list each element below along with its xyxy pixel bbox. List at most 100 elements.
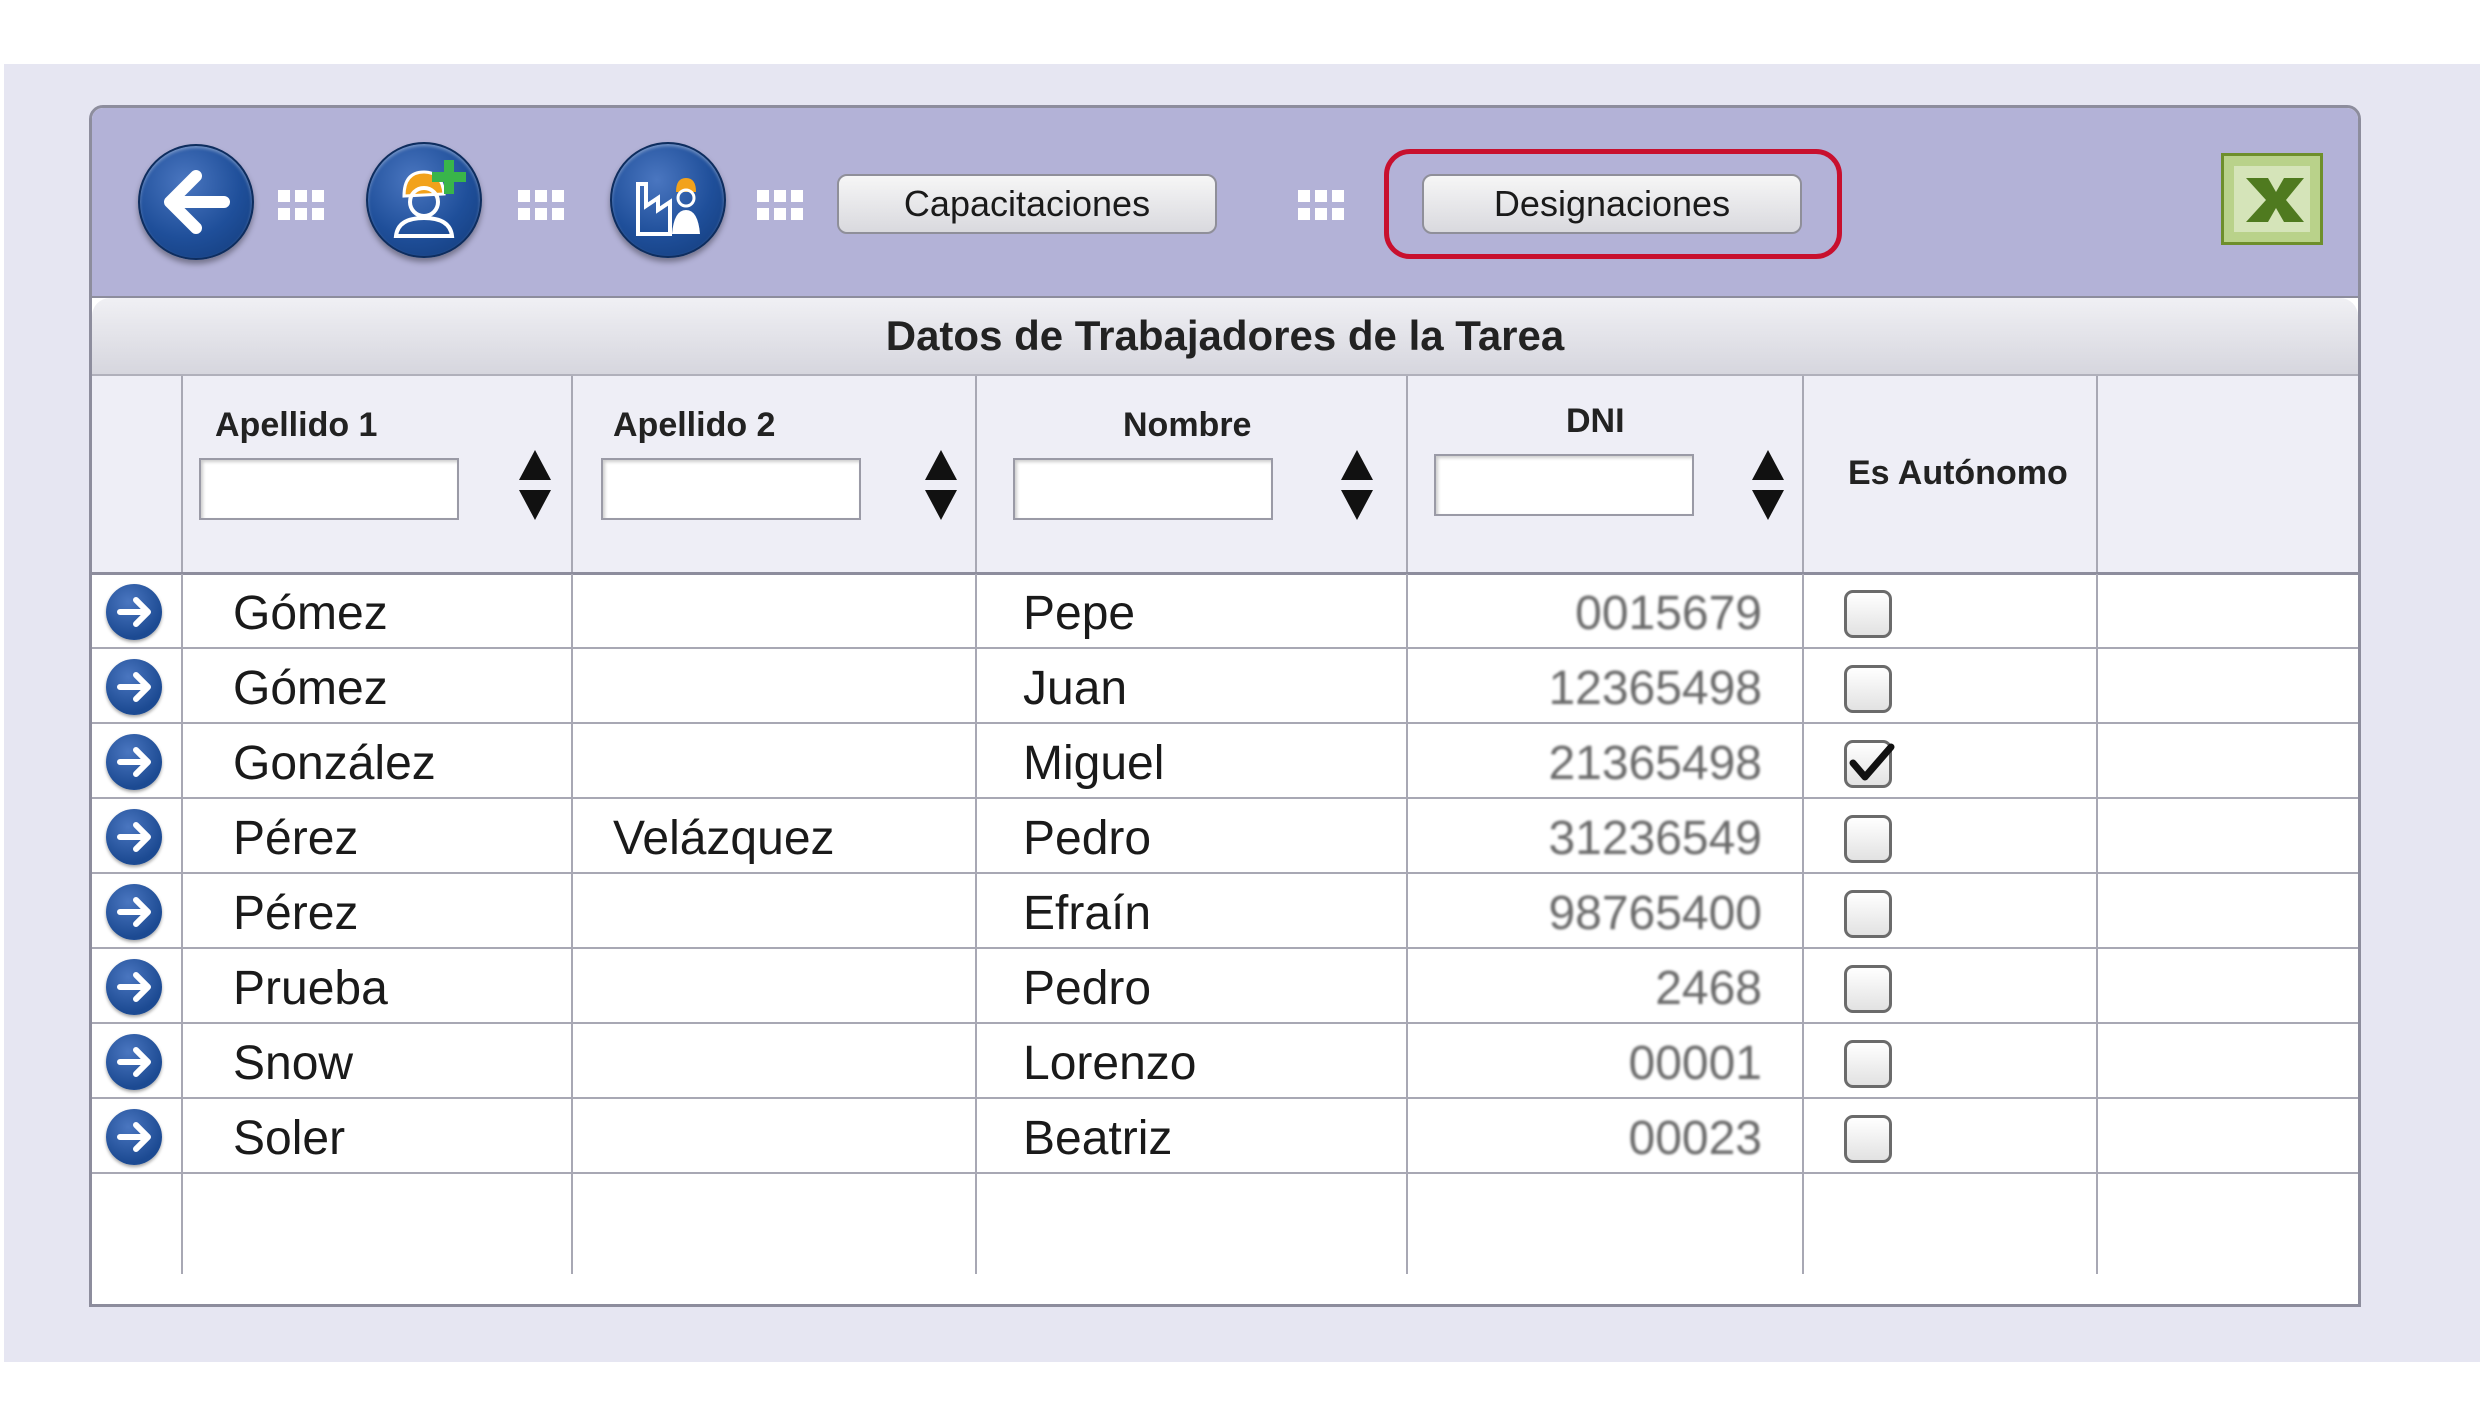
export-excel-button[interactable] [2221, 153, 2323, 245]
row-arrow-cell [92, 799, 183, 872]
separator-dots [757, 190, 803, 224]
sort-arrows-icon[interactable] [923, 448, 959, 522]
autonomo-checkbox[interactable] [1844, 1115, 1892, 1163]
arrow-right-icon [117, 672, 151, 702]
table-row[interactable]: Prueba Pedro 2468 [92, 949, 2358, 1024]
row-arrow-cell [92, 874, 183, 947]
back-button[interactable] [138, 144, 254, 260]
header-dni: DNI [1408, 376, 1804, 572]
row-arrow-cell [92, 949, 183, 1022]
nombre-text: Lorenzo [1023, 1037, 1197, 1090]
cell-nombre: Juan [977, 649, 1408, 722]
filter-dni-input[interactable] [1434, 454, 1694, 516]
column-label-nombre: Nombre [1123, 406, 1252, 444]
cell-empty [2098, 724, 2358, 797]
apellido1-text: Gómez [233, 662, 388, 715]
sort-arrows-icon[interactable] [1339, 448, 1375, 522]
autonomo-checkbox[interactable] [1844, 890, 1892, 938]
cell-apellido1: Snow [183, 1024, 573, 1097]
table-row[interactable]: Pérez Velázquez Pedro 31236549 [92, 799, 2358, 874]
open-row-button[interactable] [106, 584, 162, 640]
cell-empty [2098, 874, 2358, 947]
empty-table-row [92, 1174, 2358, 1274]
open-row-button[interactable] [106, 734, 162, 790]
nombre-text: Pepe [1023, 587, 1136, 640]
company-button[interactable] [610, 142, 726, 258]
filter-nombre-input[interactable] [1013, 458, 1273, 520]
autonomo-checkbox[interactable] [1844, 665, 1892, 713]
open-row-button[interactable] [106, 1034, 162, 1090]
open-row-button[interactable] [106, 1109, 162, 1165]
sort-arrows-icon[interactable] [517, 448, 553, 522]
cell-apellido2 [573, 949, 977, 1022]
open-row-button[interactable] [106, 809, 162, 865]
cell-apellido1: Soler [183, 1099, 573, 1172]
add-worker-button[interactable] [366, 142, 482, 258]
autonomo-checkbox[interactable] [1844, 590, 1892, 638]
designaciones-button[interactable]: Designaciones [1422, 174, 1802, 234]
arrow-right-icon [117, 1047, 151, 1077]
autonomo-checkbox[interactable] [1844, 1040, 1892, 1088]
header-empty-column [2098, 376, 2358, 572]
cell-apellido2 [573, 724, 977, 797]
cell-dni: 98765400 [1408, 874, 1804, 947]
section-title: Datos de Trabajadores de la Tarea [92, 298, 2358, 376]
header-arrow-column [92, 376, 183, 572]
cell-nombre: Lorenzo [977, 1024, 1408, 1097]
cell-empty [183, 1174, 573, 1274]
autonomo-checkbox[interactable] [1844, 740, 1895, 788]
filter-apellido2-input[interactable] [601, 458, 861, 520]
cell-autonomo [1804, 1024, 2098, 1097]
table-header: Apellido 1 Apellido 2 Nombre DNI Es Autó… [92, 376, 2358, 575]
cell-autonomo [1804, 724, 2098, 797]
cell-empty [573, 1174, 977, 1274]
cell-dni: 0015679 [1408, 574, 1804, 647]
separator-dots [518, 190, 564, 224]
cell-apellido1: Gómez [183, 574, 573, 647]
cell-autonomo [1804, 799, 2098, 872]
cell-dni: 2468 [1408, 949, 1804, 1022]
column-label-dni: DNI [1566, 402, 1625, 440]
table-row[interactable]: Soler Beatriz 00023 [92, 1099, 2358, 1174]
excel-icon [2234, 166, 2310, 232]
capacitaciones-button[interactable]: Capacitaciones [837, 174, 1217, 234]
back-arrow-icon [164, 170, 230, 234]
cell-empty [2098, 949, 2358, 1022]
arrow-right-icon [117, 897, 151, 927]
nombre-text: Miguel [1023, 737, 1165, 790]
nombre-text: Juan [1023, 662, 1128, 715]
dni-text: 00001 [1628, 1037, 1762, 1090]
apellido1-text: Soler [233, 1112, 346, 1165]
header-nombre: Nombre [977, 376, 1408, 572]
cell-apellido1: Pérez [183, 874, 573, 947]
cell-nombre: Pedro [977, 949, 1408, 1022]
sort-arrows-icon[interactable] [1750, 448, 1786, 522]
table-row[interactable]: Snow Lorenzo 00001 [92, 1024, 2358, 1099]
table-row[interactable]: González Miguel 21365498 [92, 724, 2358, 799]
cell-empty [1804, 1174, 2098, 1274]
cell-autonomo [1804, 874, 2098, 947]
table-row[interactable]: Pérez Efraín 98765400 [92, 874, 2358, 949]
nombre-text: Pedro [1023, 812, 1152, 865]
row-arrow-cell [92, 1099, 183, 1172]
open-row-button[interactable] [106, 659, 162, 715]
cell-nombre: Beatriz [977, 1099, 1408, 1172]
autonomo-checkbox[interactable] [1844, 965, 1892, 1013]
header-autonomo: Es Autónomo [1804, 376, 2098, 572]
factory-worker-icon [636, 178, 700, 236]
open-row-button[interactable] [106, 959, 162, 1015]
open-row-button[interactable] [106, 884, 162, 940]
autonomo-checkbox[interactable] [1844, 815, 1892, 863]
cell-nombre: Pedro [977, 799, 1408, 872]
cell-nombre: Pepe [977, 574, 1408, 647]
dni-text: 12365498 [1548, 662, 1762, 715]
filter-apellido1-input[interactable] [199, 458, 459, 520]
cell-dni: 00023 [1408, 1099, 1804, 1172]
row-arrow-cell [92, 724, 183, 797]
nombre-text: Pedro [1023, 962, 1152, 1015]
apellido1-text: Pérez [233, 887, 359, 940]
arrow-right-icon [117, 972, 151, 1002]
table-row[interactable]: Gómez Juan 12365498 [92, 649, 2358, 724]
apellido1-text: Prueba [233, 962, 388, 1015]
table-row[interactable]: Gómez Pepe 0015679 [92, 574, 2358, 649]
